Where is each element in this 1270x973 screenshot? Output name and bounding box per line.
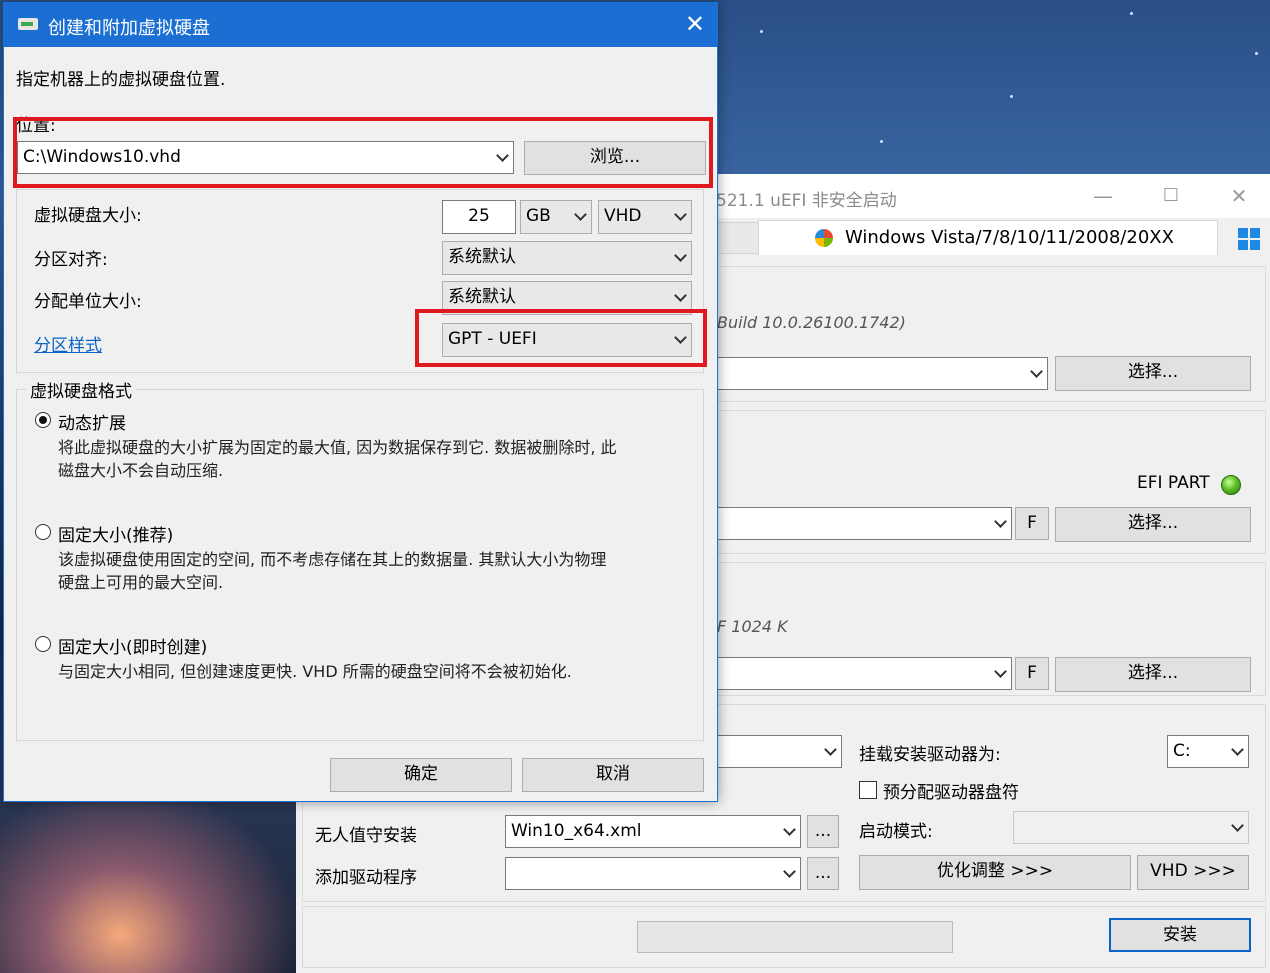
chevron-down-icon <box>994 515 1007 528</box>
alignment-value: 系统默认 <box>448 247 516 267</box>
fixed-label: 固定大小(推荐) <box>58 526 174 546</box>
dynamic-label: 动态扩展 <box>58 414 126 434</box>
size-unit-dropdown[interactable]: GB <box>520 200 592 234</box>
disk-type-dropdown[interactable]: VHD <box>598 200 692 234</box>
efi-part-label: EFI PART <box>1137 473 1210 493</box>
alignment-dropdown[interactable]: 系统默认 <box>442 241 692 275</box>
dialog-intro: 指定机器上的虚拟硬盘位置. <box>16 70 226 90</box>
select-install-button[interactable]: 选择... <box>1055 657 1251 692</box>
installer-title: 521.1 uEFI 非安全启动 <box>716 191 897 211</box>
boot-mode-label: 启动模式: <box>859 822 933 842</box>
chevron-down-icon <box>783 865 796 878</box>
edition-combo[interactable] <box>716 735 842 768</box>
tab-label: Windows Vista/7/8/10/11/2008/20XX <box>845 227 1174 248</box>
select-boot-button[interactable]: 选择... <box>1055 507 1251 542</box>
chevron-down-icon <box>674 289 687 302</box>
unattended-combo[interactable]: Win10_x64.xml <box>505 815 801 848</box>
chevron-down-icon <box>674 249 687 262</box>
chevron-down-icon <box>1231 819 1244 832</box>
partition-style-highlight <box>415 309 707 367</box>
fixed-instant-label: 固定大小(即时创建) <box>58 638 208 658</box>
dynamic-desc-2: 磁盘大小不会自动压缩. <box>58 461 224 480</box>
disk-icon <box>18 18 38 30</box>
size-unit-value: GB <box>526 206 551 226</box>
vhd-button[interactable]: VHD >>> <box>1137 855 1249 890</box>
mount-drive-combo[interactable]: C: <box>1167 735 1249 768</box>
unattended-value: Win10_x64.xml <box>511 821 642 841</box>
bottom-bar: 安装 <box>302 906 1266 968</box>
chevron-down-icon <box>783 823 796 836</box>
prealloc-checkbox[interactable] <box>859 781 877 799</box>
ok-button[interactable]: 确定 <box>330 758 512 792</box>
chevron-down-icon <box>574 208 587 221</box>
maximize-button[interactable]: ☐ <box>1156 182 1186 210</box>
prealloc-label: 预分配驱动器盘符 <box>883 783 1019 803</box>
efi-status-led-icon <box>1221 475 1241 495</box>
wallpaper-star <box>880 140 883 143</box>
dynamic-desc: 将此虚拟硬盘的大小扩展为固定的最大值, 因为数据保存到它. 数据被删除时, 此 <box>58 438 617 457</box>
wallpaper-star <box>1130 12 1133 15</box>
unattended-label: 无人值守安装 <box>315 826 417 846</box>
cluster-label: 分配单位大小: <box>34 292 142 312</box>
f-button[interactable]: F <box>1015 507 1049 540</box>
fixed-instant-radio[interactable] <box>35 636 51 652</box>
dialog-title: 创建和附加虚拟硬盘 <box>48 18 210 39</box>
dialog-close-button[interactable]: ✕ <box>685 9 705 39</box>
mount-label: 挂载安装驱动器为: <box>859 745 1001 765</box>
wallpaper-sunset <box>0 780 300 973</box>
driver-browse-button[interactable]: ... <box>807 857 839 890</box>
install-button[interactable]: 安装 <box>1109 918 1251 952</box>
chevron-down-icon <box>1030 365 1043 378</box>
chevron-down-icon <box>674 208 687 221</box>
image-combo[interactable] <box>716 357 1048 390</box>
fixed-desc: 该虚拟硬盘使用固定的空间, 而不考虑存储在其上的数据量. 其默认大小为物理 <box>58 550 607 569</box>
wallpaper-star <box>1010 95 1013 98</box>
size-input[interactable]: 25 <box>442 200 516 234</box>
dynamic-radio[interactable] <box>35 412 51 428</box>
close-button[interactable]: ✕ <box>1224 182 1254 210</box>
partition-size-text: F 1024 K <box>717 617 788 636</box>
fixed-instant-desc: 与固定大小相同, 但创建速度更快. VHD 所需的硬盘空间将不会被初始化. <box>58 662 572 681</box>
add-driver-label: 添加驱动程序 <box>315 868 417 888</box>
alignment-label: 分区对齐: <box>34 250 108 270</box>
unattended-browse-button[interactable]: ... <box>807 815 839 848</box>
select-image-button[interactable]: 选择... <box>1055 356 1251 391</box>
minimize-button[interactable]: — <box>1088 182 1118 210</box>
dialog-title-bar: 创建和附加虚拟硬盘 ✕ <box>4 3 717 47</box>
f-button[interactable]: F <box>1015 657 1049 690</box>
chevron-down-icon <box>994 665 1007 678</box>
tab-windows-vista[interactable]: Windows Vista/7/8/10/11/2008/20XX <box>758 220 1218 255</box>
fixed-desc-2: 硬盘上可用的最大空间. <box>58 573 224 592</box>
create-vhd-dialog: 创建和附加虚拟硬盘 ✕ 指定机器上的虚拟硬盘位置. 位置: C:\Windows… <box>3 2 718 802</box>
chevron-down-icon <box>1231 743 1244 756</box>
progress-bar <box>637 921 953 953</box>
windows-orb-icon <box>815 229 833 247</box>
wallpaper-star <box>1255 52 1258 55</box>
chevron-down-icon <box>824 743 837 756</box>
cancel-button[interactable]: 取消 <box>522 758 704 792</box>
disk-type-value: VHD <box>604 206 642 226</box>
install-partition-combo[interactable] <box>716 657 1012 690</box>
size-label: 虚拟硬盘大小: <box>34 206 142 226</box>
fixed-radio[interactable] <box>35 524 51 540</box>
cluster-value: 系统默认 <box>448 287 516 307</box>
wallpaper-star <box>760 30 763 33</box>
windows-logo-icon <box>1238 228 1260 250</box>
mount-drive-value: C: <box>1173 741 1191 761</box>
boot-partition-combo[interactable] <box>716 507 1012 540</box>
driver-combo[interactable] <box>505 857 801 890</box>
partition-style-link[interactable]: 分区样式 <box>34 331 102 356</box>
format-group-title: 虚拟硬盘格式 <box>26 377 136 402</box>
location-highlight <box>13 117 713 188</box>
boot-mode-combo[interactable] <box>1013 811 1249 844</box>
build-info: Build 10.0.26100.1742) <box>717 313 906 332</box>
optimize-button[interactable]: 优化调整 >>> <box>859 855 1131 890</box>
